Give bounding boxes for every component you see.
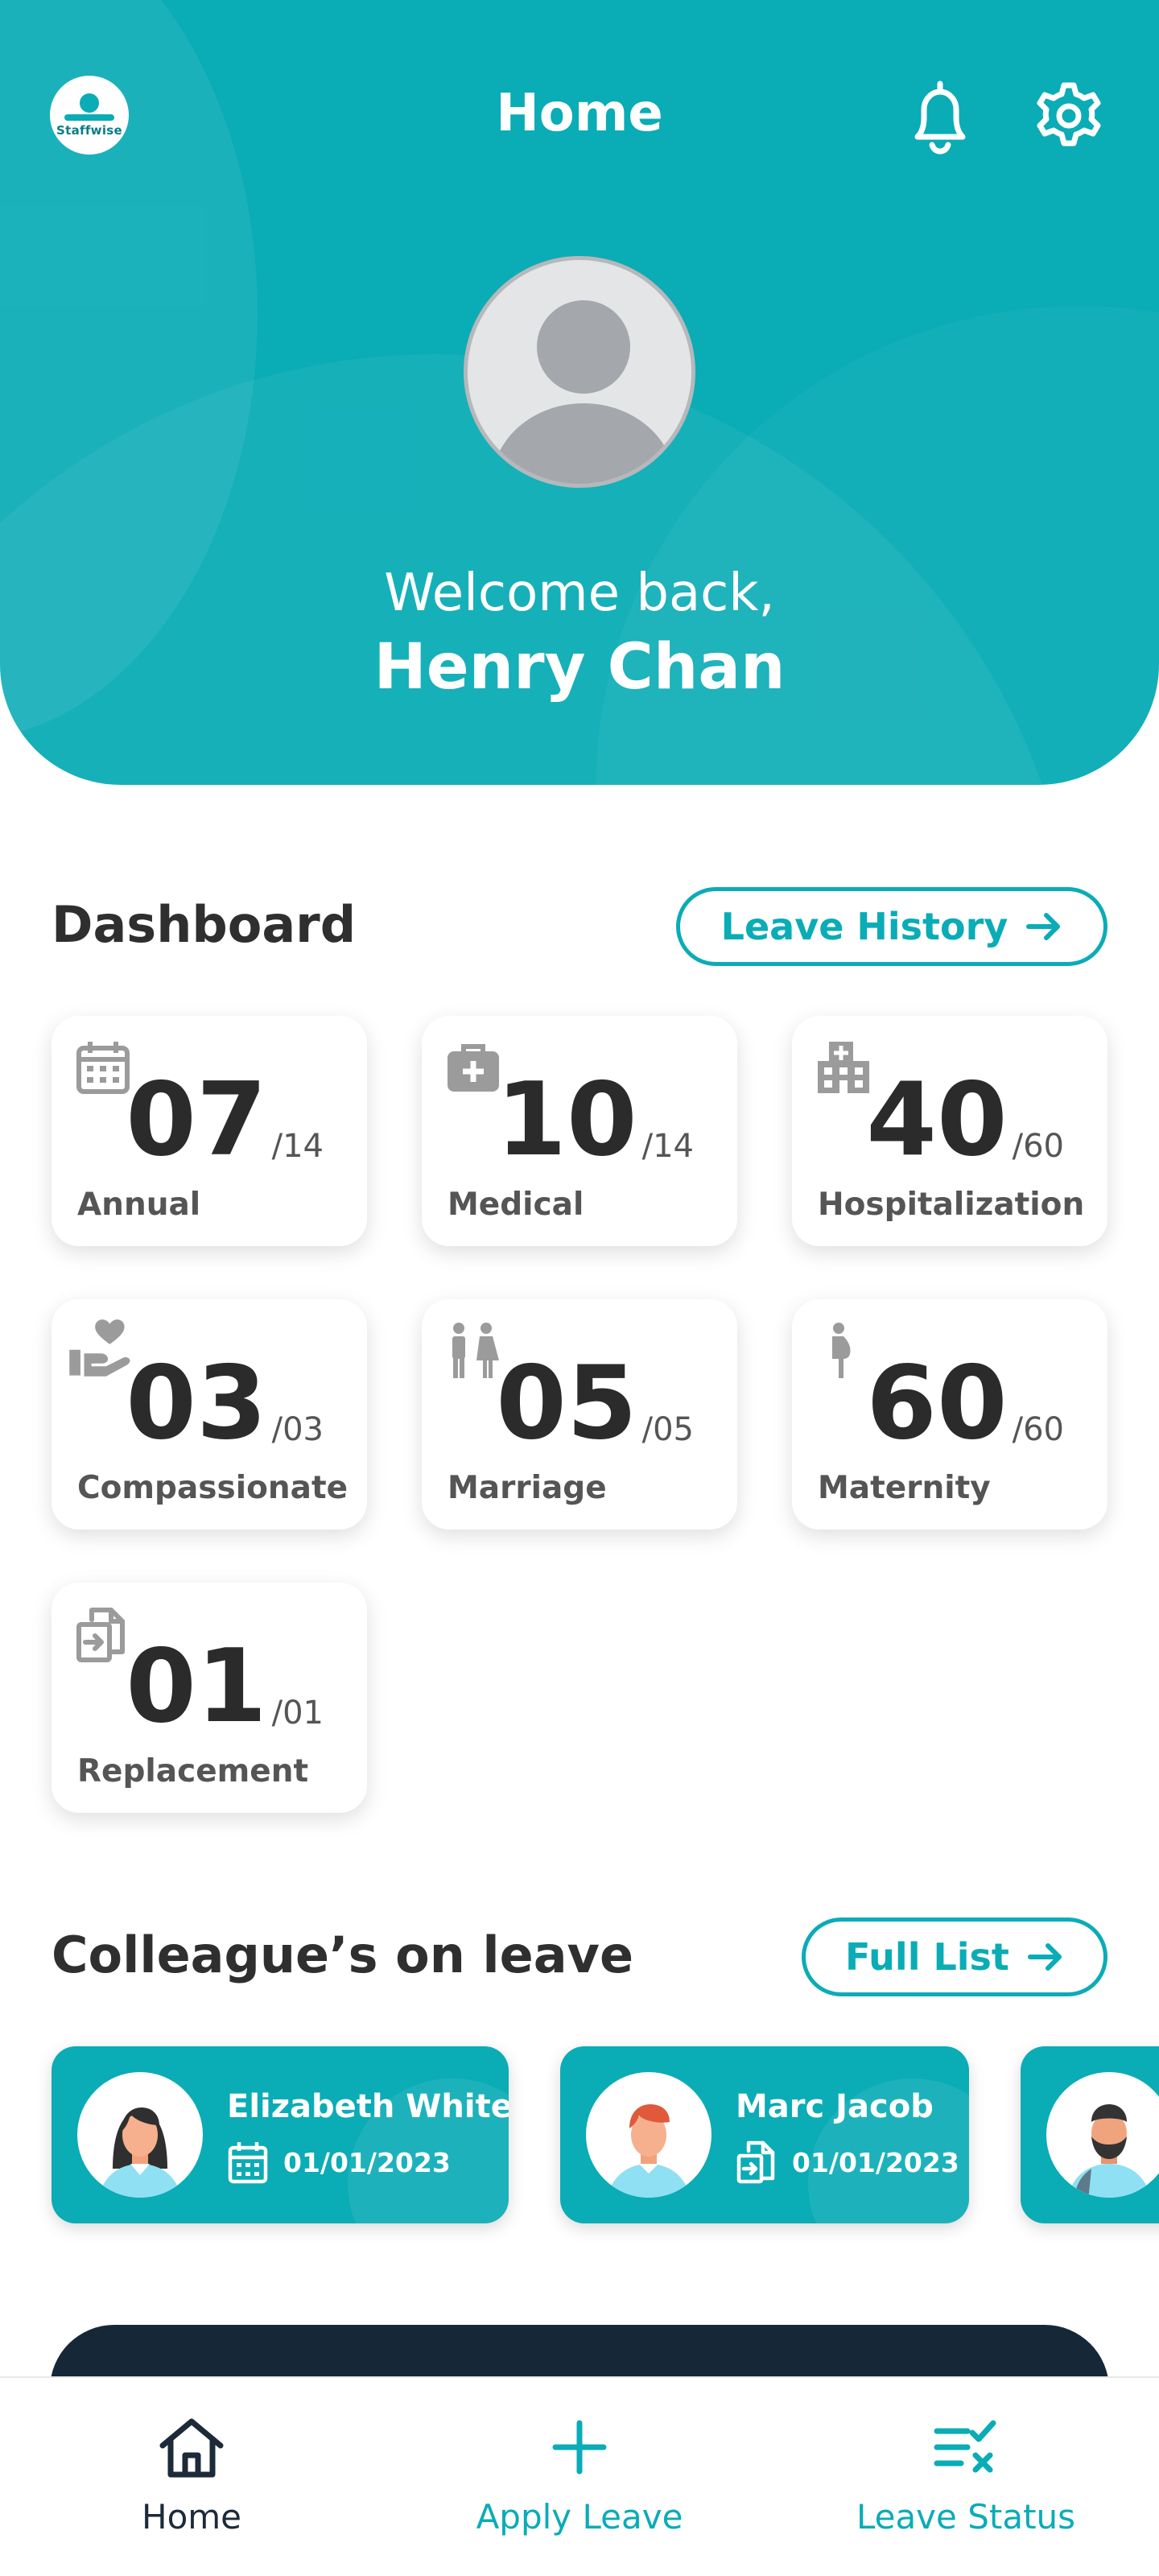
welcome-text: Welcome back, bbox=[384, 564, 775, 623]
leave-card-replacement[interactable]: 01/01 Replacement bbox=[52, 1583, 367, 1813]
plus-icon bbox=[552, 2420, 607, 2475]
leave-total: /05 bbox=[641, 1411, 694, 1448]
nav-leave-status[interactable]: Leave Status bbox=[837, 2378, 1095, 2576]
nav-home[interactable]: Home bbox=[111, 2378, 272, 2576]
leave-count: 60/60 bbox=[866, 1352, 1064, 1454]
nav-home-label: Home bbox=[141, 2497, 242, 2537]
leave-used: 10 bbox=[496, 1060, 637, 1179]
replace-icon bbox=[736, 2140, 775, 2184]
colleague-card[interactable]: Elizabeth White 01/01/2023 bbox=[52, 2046, 509, 2223]
bottom-navigation: Home Apply Leave Leave Status bbox=[0, 2376, 1159, 2576]
leave-total: /60 bbox=[1012, 1411, 1064, 1448]
leave-type-label: Hospitalization bbox=[818, 1187, 1085, 1223]
leave-count: 07/14 bbox=[126, 1069, 324, 1170]
colleague-leave-date: 01/01/2023 bbox=[227, 2140, 451, 2185]
replace-icon bbox=[76, 1608, 125, 1662]
colleague-name: Elizabeth White bbox=[227, 2088, 509, 2125]
page-title: Home bbox=[496, 84, 663, 143]
leave-count: 40/60 bbox=[866, 1069, 1064, 1170]
leave-type-label: Maternity bbox=[818, 1470, 991, 1506]
leave-type-label: Marriage bbox=[448, 1470, 607, 1506]
colleague-card[interactable]: Marc Jacob 01/01/2023 bbox=[560, 2046, 969, 2223]
leave-used: 40 bbox=[866, 1060, 1008, 1179]
leave-card-compassionate[interactable]: 03/03 Compassionate bbox=[52, 1299, 367, 1530]
avatar-head bbox=[537, 300, 630, 394]
home-icon bbox=[159, 2418, 224, 2478]
leave-used: 05 bbox=[496, 1344, 637, 1462]
arrow-right-icon bbox=[1026, 913, 1061, 940]
full-list-label: Full List bbox=[845, 1935, 1009, 1979]
colleague-date-text: 01/01/2023 bbox=[792, 2146, 959, 2178]
bell-icon[interactable] bbox=[906, 77, 974, 155]
colleague-avatar bbox=[77, 2072, 203, 2198]
leave-type-label: Annual bbox=[77, 1187, 201, 1223]
couple-icon bbox=[452, 1323, 499, 1378]
colleague-leave-date: 01/01/2023 bbox=[736, 2140, 959, 2185]
calendar-icon bbox=[76, 1042, 130, 1094]
leave-total: /03 bbox=[271, 1411, 324, 1448]
leave-total: /14 bbox=[271, 1128, 324, 1165]
nav-apply-leave-label: Apply Leave bbox=[476, 2497, 683, 2537]
colleague-avatar bbox=[586, 2072, 711, 2198]
leave-history-button[interactable]: Leave History bbox=[676, 887, 1107, 966]
medical-bag-icon bbox=[448, 1044, 499, 1092]
avatar-body bbox=[492, 403, 675, 484]
leave-history-label: Leave History bbox=[720, 905, 1008, 948]
leave-used: 60 bbox=[866, 1344, 1008, 1462]
pregnant-icon bbox=[832, 1323, 851, 1378]
colleague-avatar bbox=[1046, 2072, 1159, 2198]
calendar-icon bbox=[228, 2142, 268, 2184]
leave-type-label: Medical bbox=[448, 1187, 584, 1223]
man-avatar-icon bbox=[607, 2104, 691, 2198]
colleague-date-text: 01/01/2023 bbox=[283, 2146, 451, 2178]
leave-count: 05/05 bbox=[496, 1352, 694, 1454]
leave-total: /60 bbox=[1012, 1128, 1064, 1165]
list-check-icon bbox=[934, 2420, 996, 2473]
leave-card-marriage[interactable]: 05/05 Marriage bbox=[422, 1299, 737, 1530]
leave-count: 10/14 bbox=[496, 1069, 694, 1170]
nav-leave-status-label: Leave Status bbox=[856, 2497, 1076, 2537]
bearded-man-avatar-icon bbox=[1067, 2104, 1151, 2198]
dashboard-title: Dashboard bbox=[52, 895, 357, 954]
colleagues-title: Colleague’s on leave bbox=[52, 1926, 634, 1984]
leave-card-medical[interactable]: 10/14 Medical bbox=[422, 1016, 737, 1246]
leave-count: 01/01 bbox=[126, 1636, 324, 1737]
leave-type-label: Replacement bbox=[77, 1753, 309, 1790]
leave-used: 01 bbox=[126, 1627, 267, 1745]
arrow-right-icon bbox=[1027, 1943, 1062, 1971]
heart-hand-icon bbox=[69, 1319, 130, 1377]
user-avatar[interactable] bbox=[464, 256, 695, 488]
leave-total: /01 bbox=[271, 1695, 324, 1732]
leave-used: 03 bbox=[126, 1344, 267, 1462]
woman-avatar-icon bbox=[98, 2107, 182, 2198]
header-banner: Staffwise Home Welcome back, Henry Chan bbox=[0, 0, 1159, 785]
user-name: Henry Chan bbox=[373, 631, 786, 704]
leave-count: 03/03 bbox=[126, 1352, 324, 1454]
leave-card-maternity[interactable]: 60/60 Maternity bbox=[792, 1299, 1107, 1530]
hospital-icon bbox=[818, 1042, 869, 1093]
leave-total: /14 bbox=[641, 1128, 694, 1165]
full-list-button[interactable]: Full List bbox=[802, 1918, 1107, 1996]
gear-icon[interactable] bbox=[1033, 80, 1104, 151]
nav-apply-leave[interactable]: Apply Leave bbox=[451, 2378, 708, 2576]
leave-card-hospitalization[interactable]: 40/60 Hospitalization bbox=[792, 1016, 1107, 1246]
leave-used: 07 bbox=[126, 1060, 267, 1179]
colleague-name: Marc Jacob bbox=[736, 2088, 934, 2125]
leave-card-annual[interactable]: 07/14 Annual bbox=[52, 1016, 367, 1246]
leave-type-label: Compassionate bbox=[77, 1470, 349, 1506]
colleague-card[interactable] bbox=[1021, 2046, 1159, 2223]
